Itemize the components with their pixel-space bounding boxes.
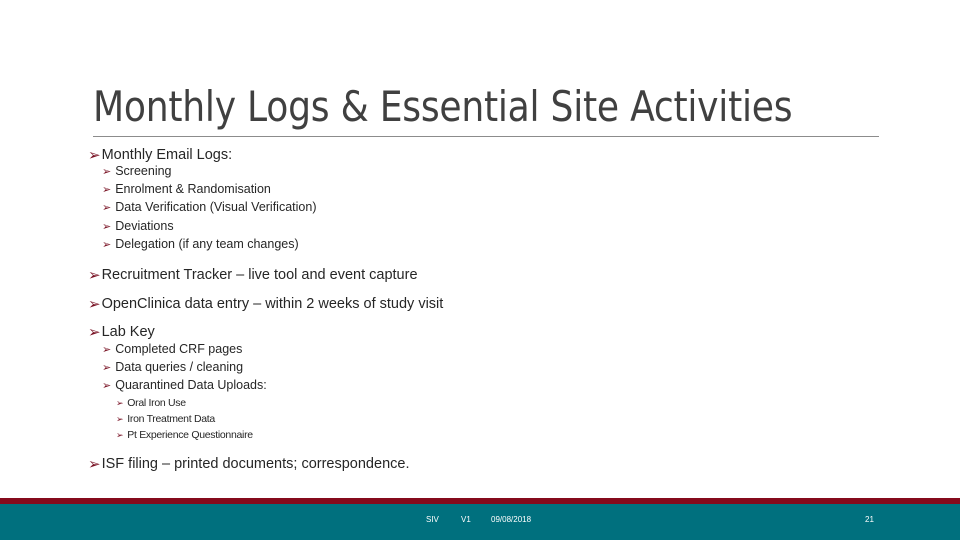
footer-version: V1 [461, 515, 471, 524]
sub-sub-bullet-iron-treatment: ➢ Iron Treatment Data [116, 413, 215, 425]
bullet-text: Monthly Email Logs: [101, 147, 233, 163]
sub-bullet-data-verification: ➢ Data Verification (Visual Verification… [102, 200, 316, 214]
bullet-text: ISF filing – printed documents; correspo… [101, 456, 410, 472]
arrow-bullet-icon: ➢ [102, 220, 112, 233]
bullet-text: OpenClinica data entry – within 2 weeks … [101, 296, 444, 312]
title-divider [93, 136, 879, 137]
bullet-text: Lab Key [101, 324, 155, 340]
arrow-bullet-icon: ➢ [88, 296, 101, 313]
bullet-text: Screening [115, 164, 172, 178]
bullet-text: Enrolment & Randomisation [115, 182, 271, 196]
bullet-text: Deviations [115, 219, 174, 233]
sub-bullet-enrolment: ➢ Enrolment & Randomisation [102, 182, 271, 196]
arrow-bullet-icon: ➢ [88, 147, 101, 164]
arrow-bullet-icon: ➢ [88, 456, 101, 473]
bullet-text: Pt Experience Questionnaire [127, 429, 253, 441]
slide-number: 21 [865, 515, 874, 524]
arrow-bullet-icon: ➢ [102, 379, 112, 392]
bullet-text: Recruitment Tracker – live tool and even… [101, 267, 418, 283]
footer-bar [0, 504, 960, 540]
arrow-bullet-icon: ➢ [102, 201, 112, 214]
sub-bullet-delegation: ➢ Delegation (if any team changes) [102, 237, 299, 251]
sub-bullet-deviations: ➢ Deviations [102, 219, 174, 233]
bullet-text: Data queries / cleaning [115, 360, 244, 374]
bullet-item-isf-filing: ➢ ISF filing – printed documents; corres… [88, 455, 409, 473]
arrow-bullet-icon: ➢ [102, 361, 112, 374]
bullet-text: Delegation (if any team changes) [115, 237, 299, 251]
arrow-bullet-icon: ➢ [116, 397, 124, 408]
sub-sub-bullet-pt-experience: ➢ Pt Experience Questionnaire [116, 429, 253, 441]
arrow-bullet-icon: ➢ [116, 413, 124, 424]
sub-bullet-quarantined-uploads: ➢ Quarantined Data Uploads: [102, 378, 267, 392]
arrow-bullet-icon: ➢ [88, 267, 101, 284]
bullet-item-recruitment-tracker: ➢ Recruitment Tracker – live tool and ev… [88, 266, 418, 284]
sub-bullet-screening: ➢ Screening [102, 164, 172, 178]
bullet-text: Completed CRF pages [115, 342, 243, 356]
arrow-bullet-icon: ➢ [116, 429, 124, 440]
sub-bullet-data-queries: ➢ Data queries / cleaning [102, 360, 243, 374]
bullet-item-monthly-email-logs: ➢ Monthly Email Logs: [88, 146, 232, 164]
footer-date: 09/08/2018 [491, 515, 532, 524]
slide-title: Monthly Logs & Essential Site Activities [93, 82, 793, 131]
bullet-text: Oral Iron Use [127, 397, 186, 409]
arrow-bullet-icon: ➢ [102, 165, 112, 178]
sub-bullet-completed-crf: ➢ Completed CRF pages [102, 342, 242, 356]
arrow-bullet-icon: ➢ [102, 343, 112, 356]
arrow-bullet-icon: ➢ [88, 324, 101, 341]
footer-label: SIV [426, 515, 439, 524]
sub-sub-bullet-oral-iron: ➢ Oral Iron Use [116, 397, 186, 409]
bullet-text: Data Verification (Visual Verification) [115, 200, 317, 214]
bullet-text: Quarantined Data Uploads: [115, 378, 267, 392]
bullet-item-openclinica: ➢ OpenClinica data entry – within 2 week… [88, 295, 443, 313]
arrow-bullet-icon: ➢ [102, 238, 112, 251]
bullet-item-lab-key: ➢ Lab Key [88, 323, 155, 341]
arrow-bullet-icon: ➢ [102, 183, 112, 196]
bullet-text: Iron Treatment Data [127, 413, 215, 425]
